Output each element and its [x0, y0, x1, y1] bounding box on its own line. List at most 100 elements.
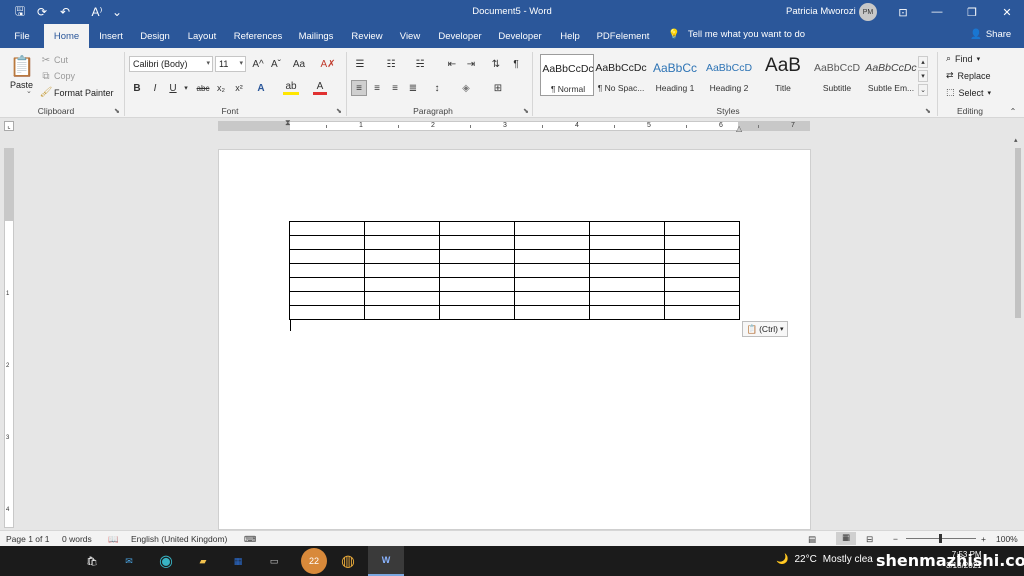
table-cell[interactable]	[589, 305, 665, 320]
table-cell[interactable]	[514, 263, 590, 278]
chevron-down-icon[interactable]: ▾	[206, 57, 210, 71]
underline-button[interactable]: U	[167, 81, 179, 95]
text-effects-icon[interactable]: A	[254, 81, 268, 95]
paragraph-launcher-icon[interactable]: ⬊	[523, 107, 529, 115]
scroll-up-icon[interactable]: ▴	[1014, 136, 1018, 144]
table-cell[interactable]	[664, 221, 740, 236]
decrease-indent-icon[interactable]: ⇤	[444, 57, 460, 71]
table-cell[interactable]	[289, 249, 365, 264]
format-painter-icon[interactable]: 🖌	[40, 86, 53, 98]
read-mode-icon[interactable]: ▤	[808, 534, 816, 545]
align-left-icon[interactable]: ≡	[351, 80, 367, 96]
right-indent-marker-icon[interactable]: △	[736, 124, 742, 133]
borders-icon[interactable]: ⊞	[491, 81, 505, 95]
table-cell[interactable]	[289, 221, 365, 236]
align-center-icon[interactable]: ≡	[370, 81, 384, 95]
table-cell[interactable]	[289, 291, 365, 306]
table-cell[interactable]	[664, 263, 740, 278]
strikethrough-button[interactable]: abc	[194, 81, 212, 95]
find-button[interactable]: ⌕ Find ▾	[946, 53, 980, 64]
tab-mailings[interactable]: Mailings	[289, 24, 343, 48]
justify-icon[interactable]: ≣	[406, 81, 420, 95]
vertical-ruler[interactable]: 1 2 3 4	[4, 148, 14, 528]
style-subtitle[interactable]: AaBbCcD Subtitle	[810, 54, 864, 96]
table-cell[interactable]	[514, 221, 590, 236]
table-cell[interactable]	[514, 249, 590, 264]
table-cell[interactable]	[364, 235, 440, 250]
styles-more-icon[interactable]: ⌄	[918, 84, 928, 96]
close-button[interactable]: ✕	[990, 0, 1024, 24]
accessibility-icon[interactable]: ⌨	[244, 534, 256, 545]
replace-button[interactable]: ⇄ Replace	[946, 70, 991, 81]
chrome-icon[interactable]: ◍	[330, 546, 366, 576]
table-cell[interactable]	[364, 305, 440, 320]
paste-options-button[interactable]: 📋 (Ctrl) ▾	[742, 321, 788, 337]
grow-font-icon[interactable]: A^	[251, 57, 265, 71]
cut-button[interactable]: Cut	[54, 55, 68, 65]
share-button[interactable]: 👤 Share	[970, 29, 1011, 40]
font-launcher-icon[interactable]: ⬊	[336, 107, 342, 115]
table-cell[interactable]	[589, 263, 665, 278]
table-cell[interactable]	[439, 305, 515, 320]
italic-button[interactable]: I	[149, 81, 161, 95]
mail-icon[interactable]: ✉	[111, 546, 147, 576]
table-cell[interactable]	[289, 277, 365, 292]
clear-formatting-icon[interactable]: A✗	[319, 57, 337, 71]
font-color-icon[interactable]: A	[313, 81, 327, 95]
style-subtle-emphasis[interactable]: AaBbCcDc Subtle Em...	[864, 54, 918, 96]
line-spacing-icon[interactable]: ↕	[430, 81, 444, 95]
tab-help[interactable]: Help	[549, 24, 591, 48]
tab-review[interactable]: Review	[343, 24, 391, 48]
horizontal-ruler[interactable]: 1 2 3 4 5 6 7	[218, 121, 810, 131]
style-normal[interactable]: AaBbCcDc ¶ Normal	[540, 54, 594, 96]
superscript-button[interactable]: x²	[232, 81, 246, 95]
page-count[interactable]: Page 1 of 1	[6, 534, 49, 544]
bullets-icon[interactable]: ☰	[352, 57, 368, 71]
indent-marker-icon[interactable]: ⧗	[285, 118, 291, 128]
subscript-button[interactable]: x₂	[214, 81, 228, 95]
table-cell[interactable]	[289, 235, 365, 250]
edge-icon[interactable]: ◉	[148, 546, 184, 576]
paste-dropdown-icon[interactable]: ⌄	[26, 87, 32, 95]
zoom-level[interactable]: 100%	[996, 534, 1018, 544]
avatar[interactable]: PM	[859, 3, 877, 21]
tab-selector-icon[interactable]: ⌞	[4, 121, 14, 131]
print-layout-icon[interactable]: ▦	[836, 532, 856, 545]
style-title[interactable]: AaB Title	[756, 54, 810, 96]
table-cell[interactable]	[514, 277, 590, 292]
table-cell[interactable]	[664, 291, 740, 306]
change-case-icon[interactable]: Aa	[289, 57, 309, 71]
table-cell[interactable]	[664, 305, 740, 320]
align-right-icon[interactable]: ≡	[388, 81, 402, 95]
document-page[interactable]	[218, 149, 811, 530]
table-cell[interactable]	[589, 235, 665, 250]
style-heading-1[interactable]: AaBbCc Heading 1	[648, 54, 702, 96]
proofing-icon[interactable]: 📖	[108, 534, 119, 545]
table-cell[interactable]	[364, 263, 440, 278]
cut-icon[interactable]: ✂	[40, 54, 52, 66]
calculator-icon[interactable]: ▦	[220, 546, 256, 576]
tab-design[interactable]: Design	[133, 24, 177, 48]
table-cell[interactable]	[364, 249, 440, 264]
tell-me-search[interactable]: 💡 Tell me what you want to do	[668, 29, 805, 40]
table-cell[interactable]	[289, 263, 365, 278]
user-name[interactable]: Patricia Mworozi	[786, 6, 856, 17]
table-cell[interactable]	[664, 249, 740, 264]
table-cell[interactable]	[664, 277, 740, 292]
styles-launcher-icon[interactable]: ⬊	[925, 107, 931, 115]
file-explorer-icon[interactable]: ▰	[185, 546, 221, 576]
clipboard-launcher-icon[interactable]: ⬊	[114, 107, 120, 115]
chevron-down-icon[interactable]: ▾	[182, 81, 190, 95]
tab-insert[interactable]: Insert	[89, 24, 133, 48]
bold-button[interactable]: B	[131, 81, 143, 95]
scrollbar-thumb[interactable]	[1015, 148, 1021, 318]
tab-pdfelement[interactable]: PDFelement	[591, 24, 655, 48]
styles-scroll-down-icon[interactable]: ▾	[918, 70, 928, 82]
word-icon[interactable]: W	[368, 546, 404, 576]
restore-button[interactable]: ❐	[955, 0, 989, 24]
copy-button[interactable]: Copy	[54, 71, 75, 81]
table-cell[interactable]	[589, 249, 665, 264]
tab-references[interactable]: References	[227, 24, 289, 48]
select-button[interactable]: ⬚ Select ▾	[946, 87, 991, 98]
format-painter-button[interactable]: Format Painter	[54, 88, 114, 98]
